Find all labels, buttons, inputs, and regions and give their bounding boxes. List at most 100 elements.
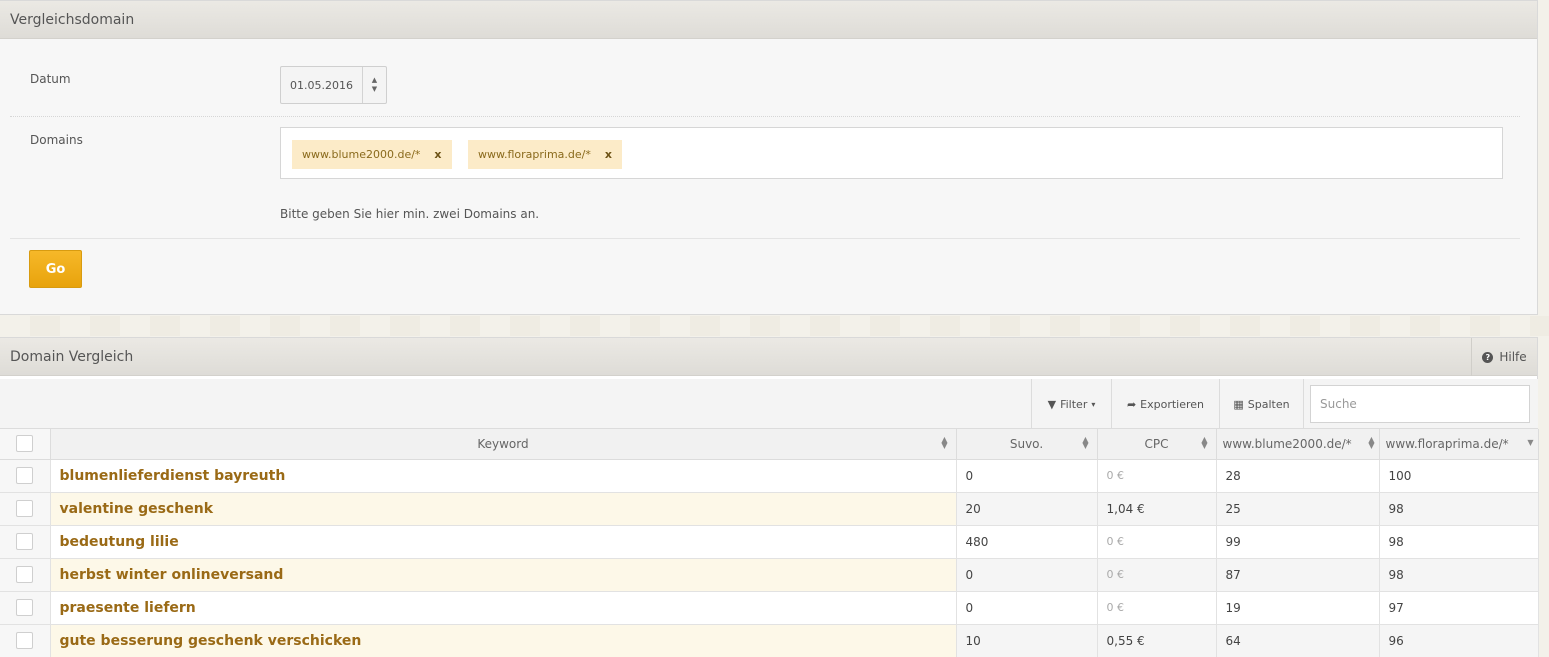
grid-icon: ▦ <box>1233 397 1244 411</box>
col-keyword[interactable]: Keyword ▲ ▼ <box>50 429 957 460</box>
domain-1-rank-cell: 99 <box>1216 525 1380 559</box>
date-label: Datum <box>30 72 71 86</box>
domains-label: Domains <box>30 133 83 147</box>
table-toolbar: ▼ Filter ▾ ➦ Exportieren ▦ Spalten <box>0 379 1538 429</box>
columns-label: Spalten <box>1247 397 1290 411</box>
columns-button[interactable]: ▦ Spalten <box>1219 379 1304 429</box>
suvo-cell: 10 <box>956 624 1098 657</box>
row-select[interactable] <box>0 525 51 559</box>
chevron-down-icon: ▼ <box>1527 438 1534 447</box>
row-checkbox[interactable] <box>16 599 34 616</box>
row-select[interactable] <box>0 591 51 625</box>
domain-1-rank-cell: 28 <box>1216 459 1380 493</box>
row-checkbox[interactable] <box>16 566 34 583</box>
background-strip <box>0 316 1549 336</box>
keyword-cell[interactable]: valentine geschenk <box>50 492 957 526</box>
help-button[interactable]: ? Hilfe <box>1471 338 1537 376</box>
domain-2-rank-cell: 98 <box>1379 492 1539 526</box>
panel-title-text: Domain Vergleich <box>10 348 134 365</box>
suvo-cell: 480 <box>956 525 1098 559</box>
col-label: Suvo. <box>1009 436 1044 451</box>
table-row[interactable]: bedeutung lilie 480 0 €99 98 <box>0 525 1539 559</box>
chevron-down-icon: ▾ <box>1091 399 1096 409</box>
cpc-cell: 0 € <box>1097 459 1217 493</box>
domain-1-rank-cell: 19 <box>1216 591 1380 625</box>
keyword-cell[interactable]: herbst winter onlineversand <box>50 558 957 592</box>
table-row[interactable]: praesente liefern 0 0 €19 97 <box>0 591 1539 625</box>
suvo-cell: 20 <box>956 492 1098 526</box>
domains-hint: Bitte geben Sie hier min. zwei Domains a… <box>280 207 540 221</box>
select-all-checkbox[interactable] <box>16 435 34 453</box>
col-label: CPC <box>1144 436 1169 451</box>
domain-tag-text: www.floraprima.de/* <box>478 148 591 161</box>
sort-icon: ▲ ▼ <box>1368 435 1375 450</box>
row-checkbox[interactable] <box>16 500 34 517</box>
panel-title: Domain Vergleich <box>0 338 1537 376</box>
date-value[interactable]: 01.05.2016 <box>281 79 362 92</box>
col-label: Keyword <box>477 436 529 451</box>
domain-1-rank-cell: 87 <box>1216 558 1380 592</box>
help-label: Hilfe <box>1499 350 1527 364</box>
chevron-up-icon[interactable]: ▲ <box>372 77 377 84</box>
sort-icon: ▲ ▼ <box>1082 435 1089 450</box>
row-checkbox[interactable] <box>16 632 34 649</box>
col-suvo[interactable]: Suvo. ▲ ▼ <box>956 429 1098 460</box>
row-select[interactable] <box>0 459 51 493</box>
keyword-cell[interactable]: blumenlieferdienst bayreuth <box>50 459 957 493</box>
col-cpc[interactable]: CPC ▲ ▼ <box>1097 429 1217 460</box>
domain-comparison-panel: Domain Vergleich ? Hilfe ▼ Filter ▾ ➦ Ex… <box>0 337 1539 657</box>
keyword-cell[interactable]: bedeutung lilie <box>50 525 957 559</box>
remove-tag-button[interactable]: x <box>605 148 612 161</box>
suvo-cell: 0 <box>956 591 1098 625</box>
domain-1-rank-cell: 25 <box>1216 492 1380 526</box>
search-input[interactable] <box>1310 385 1530 423</box>
panel-title: Vergleichsdomain <box>0 1 1537 39</box>
remove-tag-button[interactable]: x <box>434 148 441 161</box>
filter-button[interactable]: ▼ Filter ▾ <box>1031 379 1111 429</box>
row-select[interactable] <box>0 624 51 657</box>
cpc-cell: 0 € <box>1097 591 1217 625</box>
col-domain-1[interactable]: www.blume2000.de/* ▲ ▼ <box>1216 429 1380 460</box>
col-domain-2[interactable]: www.floraprima.de/* ▼ <box>1379 429 1539 460</box>
select-all[interactable] <box>0 429 51 460</box>
spin-buttons[interactable]: ▲ ▼ <box>362 67 386 103</box>
suvo-cell: 0 <box>956 558 1098 592</box>
domain-2-rank-cell: 96 <box>1379 624 1539 657</box>
keyword-cell[interactable]: praesente liefern <box>50 591 957 625</box>
domain-2-rank-cell: 97 <box>1379 591 1539 625</box>
domain-tag: www.blume2000.de/* x <box>292 140 452 169</box>
sort-icon: ▲ ▼ <box>1201 435 1208 450</box>
cpc-cell: 0,55 € <box>1097 624 1217 657</box>
keyword-cell[interactable]: gute besserung geschenk verschicken <box>50 624 957 657</box>
question-icon: ? <box>1482 351 1494 363</box>
cpc-cell: 0 € <box>1097 558 1217 592</box>
domain-2-rank-cell: 98 <box>1379 525 1539 559</box>
row-select[interactable] <box>0 492 51 526</box>
table-header: Keyword ▲ ▼ Suvo. ▲ ▼ CPC ▲ ▼ www.blume2000.de… <box>0 429 1539 460</box>
suvo-cell: 0 <box>956 459 1098 493</box>
row-checkbox[interactable] <box>16 467 34 484</box>
table-row[interactable]: blumenlieferdienst bayreuth 0 0 €28 100 <box>0 459 1539 493</box>
domain-2-rank-cell: 100 <box>1379 459 1539 493</box>
go-button[interactable]: Go <box>29 250 82 288</box>
cpc-cell: 1,04 € <box>1097 492 1217 526</box>
table-row[interactable]: herbst winter onlineversand 0 0 €87 98 <box>0 558 1539 592</box>
share-icon: ➦ <box>1126 397 1137 411</box>
export-label: Exportieren <box>1140 397 1205 411</box>
col-label: www.floraprima.de/* <box>1385 436 1509 451</box>
filter-icon: ▼ <box>1047 397 1057 411</box>
chevron-down-icon[interactable]: ▼ <box>372 86 377 93</box>
domain-tag-text: www.blume2000.de/* <box>302 148 421 161</box>
table-row[interactable]: gute besserung geschenk verschicken 10 0,5… <box>0 624 1539 657</box>
row-checkbox[interactable] <box>16 533 34 550</box>
domains-input[interactable]: www.blume2000.de/* x www.floraprima.de/*… <box>280 127 1503 179</box>
divider <box>10 116 1520 117</box>
divider <box>10 238 1520 239</box>
table-row[interactable]: valentine geschenk 20 1,04 €25 98 <box>0 492 1539 526</box>
domain-1-rank-cell: 64 <box>1216 624 1380 657</box>
domain-tag: www.floraprima.de/* x <box>468 140 622 169</box>
date-stepper[interactable]: 01.05.2016 ▲ ▼ <box>280 66 387 104</box>
export-button[interactable]: ➦ Exportieren <box>1111 379 1219 429</box>
filter-label: Filter <box>1060 397 1088 411</box>
row-select[interactable] <box>0 558 51 592</box>
